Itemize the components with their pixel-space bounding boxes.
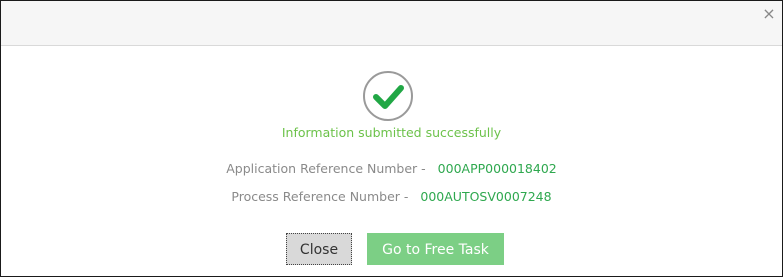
success-dialog: × Information submitted successfully App… — [0, 0, 783, 277]
application-reference-label: Application Reference Number - — [226, 161, 426, 176]
process-reference-row: Process Reference Number - 000AUTOSV0007… — [1, 189, 782, 204]
dialog-header: × — [1, 1, 782, 46]
close-button[interactable]: Close — [286, 233, 352, 265]
success-message: Information submitted successfully — [281, 125, 502, 140]
application-reference-value: 000APP000018402 — [437, 161, 557, 176]
application-reference-row: Application Reference Number - 000APP000… — [1, 161, 782, 176]
go-to-free-task-button[interactable]: Go to Free Task — [367, 233, 504, 265]
close-icon[interactable]: × — [762, 6, 776, 22]
process-reference-label: Process Reference Number - — [231, 189, 409, 204]
process-reference-value: 000AUTOSV0007248 — [420, 189, 552, 204]
check-circle-icon — [361, 69, 415, 123]
